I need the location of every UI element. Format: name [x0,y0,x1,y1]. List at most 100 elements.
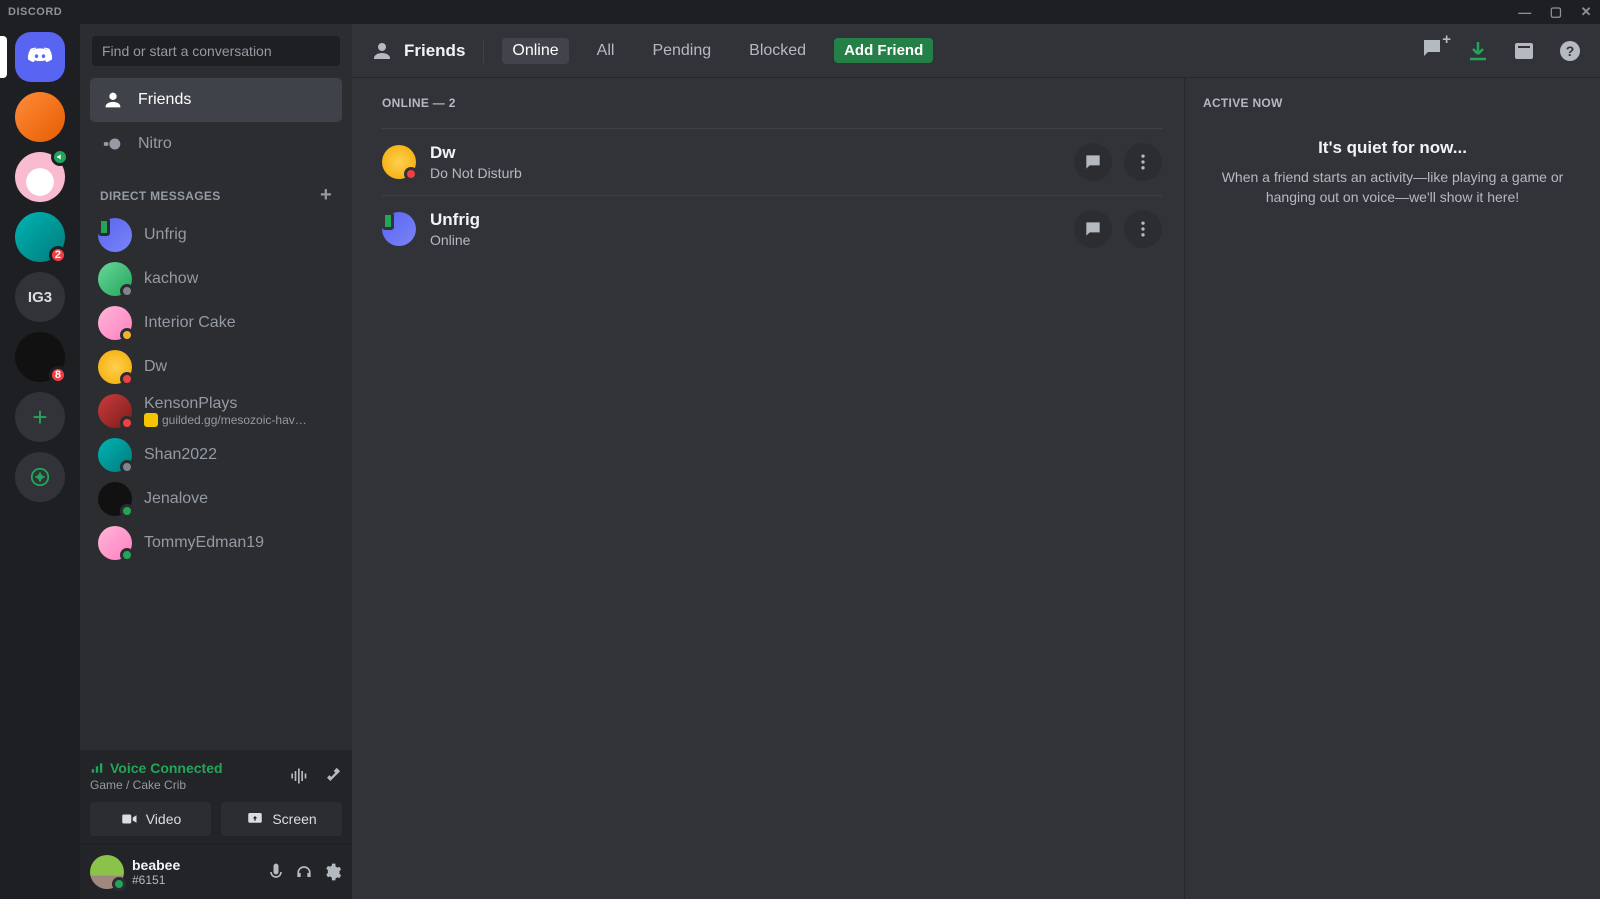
dm-name: Unfrig [144,226,187,244]
settings-icon[interactable] [322,862,342,882]
avatar [98,262,132,296]
signal-icon [90,761,104,775]
window-close-button[interactable]: ✕ [1581,4,1592,20]
friend-status: Do Not Disturb [430,165,1060,181]
titlebar: DISCORD — ▢ ✕ [0,0,1600,24]
screen-share-button[interactable]: Screen [221,802,342,836]
dm-item[interactable]: kachow [90,257,342,301]
tab-online[interactable]: Online [502,38,568,64]
avatar [98,482,132,516]
more-button[interactable] [1124,143,1162,181]
noise-suppression-icon[interactable] [288,766,308,786]
new-group-dm-icon[interactable]: + [1420,36,1444,65]
status-indicator [120,504,134,518]
dm-item[interactable]: Jenalove [90,477,342,521]
friends-icon [102,89,124,111]
avatar [382,145,416,179]
friend-status: Online [430,232,1060,248]
friend-name: Unfrig [430,210,1060,230]
add-server-button[interactable]: + [15,392,65,442]
server-badge: 2 [49,246,67,264]
server-item-5[interactable]: 8 [15,332,65,382]
dm-item[interactable]: Interior Cake [90,301,342,345]
avatar [382,212,416,246]
voice-status-label[interactable]: Voice Connected [110,760,223,776]
self-tag: #6151 [132,873,180,887]
dm-name: Interior Cake [144,314,236,332]
status-indicator [120,548,134,562]
nitro-tab[interactable]: Nitro [90,122,342,166]
dm-sidebar: Friends Nitro DIRECT MESSAGES + Unfrig ka… [80,24,352,899]
dm-item[interactable]: Shan2022 [90,433,342,477]
user-panel: beabee #6151 [80,845,352,899]
voice-channel-label[interactable]: Game / Cake Crib [90,778,223,792]
status-indicator [98,218,110,236]
user-info[interactable]: beabee #6151 [90,855,258,889]
avatar [98,526,132,560]
friend-row[interactable]: Unfrig Online [382,195,1162,262]
dm-item[interactable]: KensonPlaysguilded.gg/mesozoic-hav… [90,389,342,433]
tab-blocked[interactable]: Blocked [739,38,816,64]
help-icon[interactable]: ? [1558,39,1582,63]
nitro-icon [102,133,124,155]
friends-header-icon [370,39,394,63]
self-avatar [90,855,124,889]
dm-item[interactable]: TommyEdman19 [90,521,342,565]
friends-tab-label: Friends [138,91,191,109]
dm-name: Shan2022 [144,446,217,464]
friend-row[interactable]: Dw Do Not Disturb [382,128,1162,195]
status-indicator [120,460,134,474]
server-item-3[interactable]: 2 [15,212,65,262]
new-dm-button[interactable]: + [320,184,332,207]
message-button[interactable] [1074,143,1112,181]
status-indicator [120,284,134,298]
nitro-tab-label: Nitro [138,135,172,153]
friend-name: Dw [430,143,1060,163]
dm-item[interactable]: Unfrig [90,213,342,257]
add-friend-button[interactable]: Add Friend [834,38,933,63]
explore-servers-button[interactable] [15,452,65,502]
video-button[interactable]: Video [90,802,211,836]
dm-name: kachow [144,270,198,288]
activity-desc: When a friend starts an activity—like pl… [1203,168,1582,207]
server-item-1[interactable] [15,92,65,142]
window-maximize-button[interactable]: ▢ [1550,4,1563,20]
video-button-label: Video [146,811,182,827]
avatar [98,218,132,252]
friends-tab[interactable]: Friends [90,78,342,122]
header-title: Friends [404,41,465,61]
dm-name: TommyEdman19 [144,534,264,552]
mute-icon[interactable] [266,862,286,882]
server-list: 2 IG3 8 + [0,24,80,899]
main-content: Friends Online All Pending Blocked Add F… [352,24,1600,899]
screen-button-label: Screen [272,811,316,827]
server-item-4[interactable]: IG3 [15,272,65,322]
deafen-icon[interactable] [294,862,314,882]
inbox-icon[interactable] [1512,39,1536,63]
tab-all[interactable]: All [587,38,625,64]
more-button[interactable] [1124,210,1162,248]
dm-subtext: guilded.gg/mesozoic-hav… [162,413,307,427]
avatar [98,394,132,428]
status-indicator [120,372,134,386]
dm-header-label: DIRECT MESSAGES [100,189,221,203]
disconnect-icon[interactable] [322,766,342,786]
conversation-search-input[interactable] [92,36,340,66]
window-minimize-button[interactable]: — [1518,5,1532,20]
server-item-2[interactable] [15,152,65,202]
main-header: Friends Online All Pending Blocked Add F… [352,24,1600,78]
activity-title: It's quiet for now... [1203,138,1582,158]
home-button[interactable] [15,32,65,82]
dm-name: Dw [144,358,167,376]
tab-pending[interactable]: Pending [642,38,721,64]
avatar [98,438,132,472]
guilded-icon [144,413,158,427]
brand-label: DISCORD [8,6,62,18]
activity-column: ACTIVE NOW It's quiet for now... When a … [1185,78,1600,899]
download-icon[interactable] [1466,39,1490,63]
dm-item[interactable]: Dw [90,345,342,389]
avatar [98,306,132,340]
status-indicator [404,167,418,181]
svg-text:?: ? [1566,43,1575,59]
message-button[interactable] [1074,210,1112,248]
